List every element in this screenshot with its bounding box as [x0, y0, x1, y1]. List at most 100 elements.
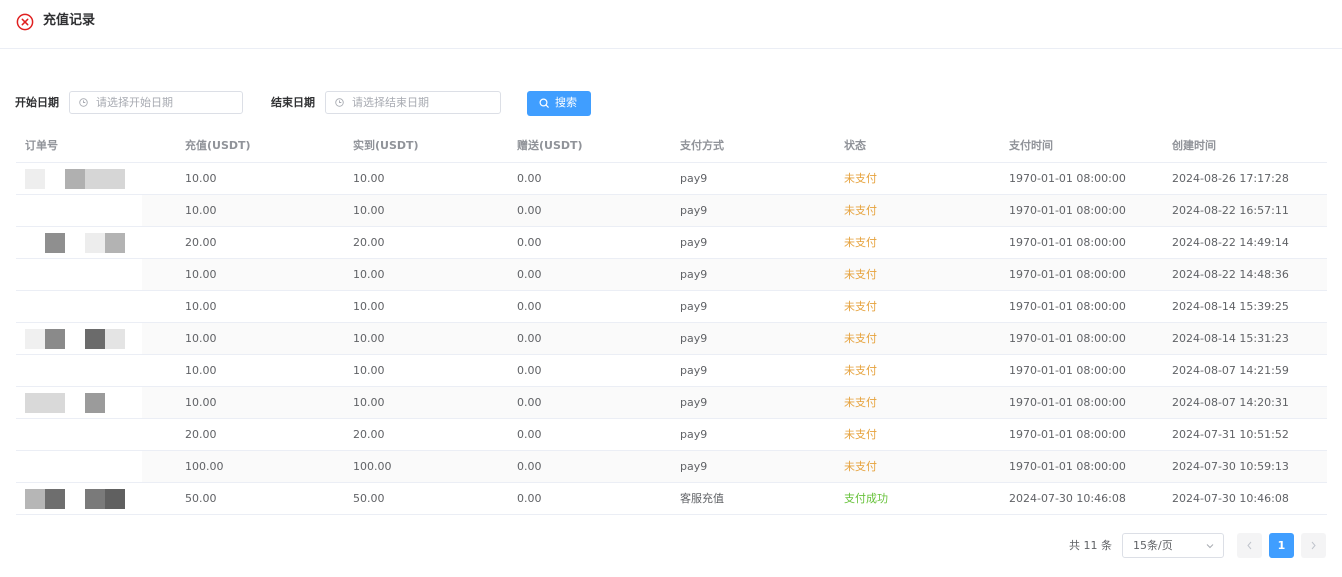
cell-status: 支付成功 [844, 492, 888, 505]
start-date-input[interactable]: 请选择开始日期 [69, 91, 243, 114]
page-title: 充值记录 [43, 13, 96, 28]
cell-create-time: 2024-07-30 10:59:13 [1172, 460, 1289, 473]
table-row: 100.00 100.00 0.00 pay9 未支付 1970-01-01 08:00:… [11, 451, 1327, 483]
search-button[interactable]: 搜索 [527, 91, 591, 116]
cell-create-time: 2024-08-07 14:20:31 [1172, 396, 1289, 409]
cell-create-time: 2024-08-14 15:39:25 [1172, 300, 1289, 313]
clock-icon [79, 98, 88, 107]
cell-received: 10.00 [353, 172, 385, 185]
cell-pay-method: pay9 [680, 204, 708, 217]
cell-recharge: 10.00 [185, 300, 217, 313]
redaction-block [25, 393, 65, 413]
cell-create-time: 2024-08-26 17:17:28 [1172, 172, 1289, 185]
order-no-redacted [11, 355, 142, 386]
cell-create-time: 2024-08-22 16:57:11 [1172, 204, 1289, 217]
page-1-button[interactable]: 1 [1269, 533, 1294, 558]
table-header: 订单号 充值(USDT) 实到(USDT) 赠送(USDT) 支付方式 状态 支… [16, 130, 1327, 163]
cell-recharge: 20.00 [185, 236, 217, 249]
cell-pay-method: pay9 [680, 460, 708, 473]
table-row: 10.00 10.00 0.00 pay9 未支付 1970-01-01 08:00:00… [11, 323, 1327, 355]
order-no-redacted [11, 163, 142, 194]
col-recharge: 充值(USDT) [185, 139, 251, 152]
cell-status: 未支付 [844, 396, 877, 409]
order-no-redacted [11, 291, 142, 322]
cell-pay-time: 1970-01-01 08:00:00 [1009, 300, 1126, 313]
cell-pay-method: pay9 [680, 300, 708, 313]
cell-pay-time: 1970-01-01 08:00:00 [1009, 172, 1126, 185]
cell-received: 100.00 [353, 460, 392, 473]
cell-create-time: 2024-08-14 15:31:23 [1172, 332, 1289, 345]
cell-pay-method: pay9 [680, 332, 708, 345]
redaction-block [45, 329, 65, 349]
cell-received: 10.00 [353, 204, 385, 217]
cell-bonus: 0.00 [517, 364, 542, 377]
col-bonus: 赠送(USDT) [517, 139, 583, 152]
cell-received: 50.00 [353, 492, 385, 505]
cell-pay-method: pay9 [680, 236, 708, 249]
cell-recharge: 100.00 [185, 460, 224, 473]
cell-bonus: 0.00 [517, 268, 542, 281]
start-date-label: 开始日期 [15, 96, 59, 109]
col-create-time: 创建时间 [1172, 139, 1216, 152]
next-page-button[interactable] [1301, 533, 1326, 558]
close-circle-icon[interactable] [16, 13, 34, 31]
cell-pay-method: pay9 [680, 428, 708, 441]
order-no-redacted [11, 195, 142, 226]
cell-recharge: 10.00 [185, 396, 217, 409]
end-date-placeholder: 请选择结束日期 [352, 96, 429, 109]
cell-status: 未支付 [844, 428, 877, 441]
page-size-value: 15条/页 [1133, 539, 1173, 552]
table-row: 20.00 20.00 0.00 pay9 未支付 1970-01-01 08:00:00… [11, 227, 1327, 259]
cell-pay-method: 客服充值 [680, 492, 724, 505]
table-row: 10.00 10.00 0.00 pay9 未支付 1970-01-01 08:00:00… [11, 355, 1327, 387]
cell-received: 20.00 [353, 236, 385, 249]
table-row: 10.00 10.00 0.00 pay9 未支付 1970-01-01 08:00:00… [11, 291, 1327, 323]
redaction-block [45, 233, 65, 253]
cell-recharge: 50.00 [185, 492, 217, 505]
cell-bonus: 0.00 [517, 428, 542, 441]
chevron-right-icon [1311, 541, 1316, 550]
cell-received: 10.00 [353, 332, 385, 345]
end-date-input[interactable]: 请选择结束日期 [325, 91, 501, 114]
redaction-block [85, 169, 125, 189]
cell-bonus: 0.00 [517, 172, 542, 185]
table-row: 50.00 50.00 0.00 客服充值 支付成功 2024-07-30 10:46:0… [11, 483, 1327, 515]
recharge-table: 订单号 充值(USDT) 实到(USDT) 赠送(USDT) 支付方式 状态 支… [11, 130, 1327, 515]
col-pay-method: 支付方式 [680, 139, 724, 152]
redaction-block [85, 329, 105, 349]
col-pay-time: 支付时间 [1009, 139, 1053, 152]
cell-pay-time: 1970-01-01 08:00:00 [1009, 204, 1126, 217]
order-no-redacted [11, 227, 142, 258]
cell-received: 10.00 [353, 268, 385, 281]
redaction-block [105, 233, 125, 253]
cell-recharge: 20.00 [185, 428, 217, 441]
cell-create-time: 2024-08-07 14:21:59 [1172, 364, 1289, 377]
cell-create-time: 2024-08-22 14:48:36 [1172, 268, 1289, 281]
cell-received: 10.00 [353, 300, 385, 313]
clock-icon [335, 98, 344, 107]
cell-recharge: 10.00 [185, 364, 217, 377]
page-size-select[interactable]: 15条/页 [1122, 533, 1224, 558]
cell-recharge: 10.00 [185, 332, 217, 345]
page-header: 充值记录 [0, 0, 1342, 49]
cell-bonus: 0.00 [517, 492, 542, 505]
cell-bonus: 0.00 [517, 236, 542, 249]
cell-status: 未支付 [844, 460, 877, 473]
order-no-redacted [11, 259, 142, 290]
cell-status: 未支付 [844, 204, 877, 217]
cell-received: 10.00 [353, 364, 385, 377]
cell-recharge: 10.00 [185, 204, 217, 217]
redaction-block [25, 169, 45, 189]
order-no-redacted [11, 451, 142, 482]
start-date-placeholder: 请选择开始日期 [96, 96, 173, 109]
chevron-left-icon [1247, 541, 1252, 550]
cell-pay-method: pay9 [680, 172, 708, 185]
search-icon [539, 98, 549, 108]
redaction-block [85, 233, 105, 253]
redaction-block [45, 489, 65, 509]
prev-page-button[interactable] [1237, 533, 1262, 558]
cell-pay-time: 1970-01-01 08:00:00 [1009, 236, 1126, 249]
table-row: 10.00 10.00 0.00 pay9 未支付 1970-01-01 08:00:00… [11, 163, 1327, 195]
cell-status: 未支付 [844, 236, 877, 249]
cell-create-time: 2024-08-22 14:49:14 [1172, 236, 1289, 249]
